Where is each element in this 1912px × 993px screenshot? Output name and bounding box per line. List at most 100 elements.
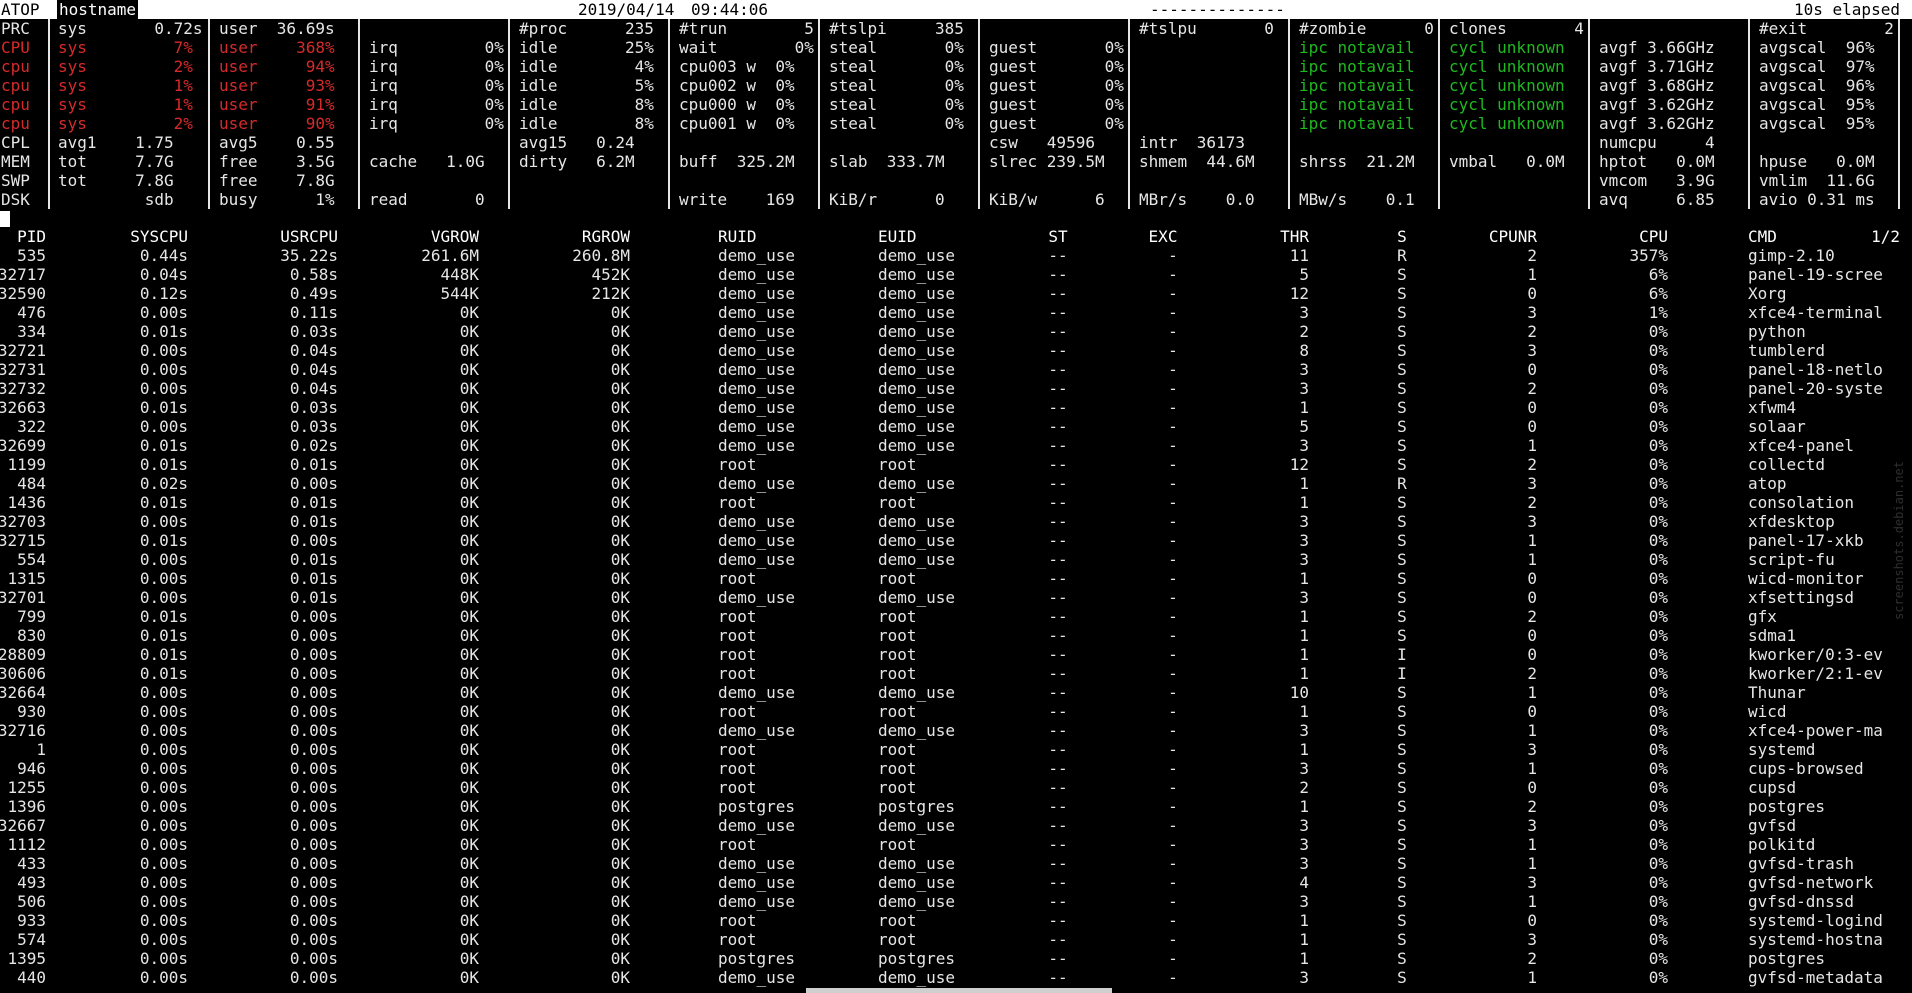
cell-cmd: postgres	[1748, 797, 1826, 816]
column-separator	[1438, 95, 1440, 114]
table-row[interactable]: 830 0.01s 0.00s 0K 0K root root -- -1 S 0 0% sdma1	[0, 626, 1912, 645]
column-header-vgrow[interactable]: VGROW	[431, 227, 479, 246]
cell-cmd: panel-19-scree	[1748, 265, 1883, 284]
column-separator	[818, 38, 820, 57]
cell-vgrow: 0K	[459, 835, 479, 854]
stat-label: MEM	[1, 152, 30, 171]
cell-cpunr: 3	[1527, 740, 1537, 759]
column-separator	[1128, 38, 1130, 57]
table-row[interactable]: 32732 0.00s 0.04s 0K 0K demo_use demo_use -- -3 S…	[0, 379, 1912, 398]
table-row[interactable]: 506 0.00s 0.00s 0K 0K demo_use demo_use -- -3 S 1 0…	[0, 892, 1912, 911]
table-row[interactable]: 32703 0.00s 0.01s 0K 0K demo_use demo_use -- -3 S…	[0, 512, 1912, 531]
column-separator	[508, 76, 510, 95]
table-row[interactable]: 799 0.01s 0.00s 0K 0K root root -- -1 S 2 0% gfx	[0, 607, 1912, 626]
cell-s: S	[1397, 341, 1407, 360]
cell-s: I	[1397, 664, 1407, 683]
cell-exc: -	[1168, 531, 1178, 550]
table-row[interactable]: 476 0.00s 0.11s 0K 0K demo_use demo_use -- -3 S 3 1…	[0, 303, 1912, 322]
stat-cell: avg1 1.75	[58, 133, 174, 152]
stat-label: PRC	[1, 19, 30, 38]
table-row[interactable]: 535 0.44s 35.22s 261.6M 260.8M demo_use demo_u…	[0, 246, 1912, 265]
column-separator	[1748, 95, 1750, 114]
column-header-rgrow[interactable]: RGROW	[582, 227, 630, 246]
cell-syscpu: 0.00s	[139, 949, 188, 968]
cell-euid: demo_use	[878, 550, 956, 569]
table-row[interactable]: 32590 0.12s 0.49s 544K 212K demo_use demo_use -…	[0, 284, 1912, 303]
cell-euid: demo_use	[878, 816, 956, 835]
table-row[interactable]: 1199 0.01s 0.01s 0K 0K root root -- -12 S 2 0% colle…	[0, 455, 1912, 474]
cell-s: S	[1397, 379, 1407, 398]
column-header-syscpu[interactable]: SYSCPU	[130, 227, 188, 246]
table-row[interactable]: 554 0.00s 0.01s 0K 0K demo_use demo_use -- -3 S 1 0…	[0, 550, 1912, 569]
column-header-ruid[interactable]: RUID	[718, 227, 757, 246]
cell-cpu: 0%	[1648, 645, 1668, 664]
table-row[interactable]: 1 0.00s 0.00s 0K 0K root root -- -1 S 3 0% systemd	[0, 740, 1912, 759]
column-header-st[interactable]: ST	[1048, 227, 1067, 246]
cell-rgrow: 0K	[610, 968, 630, 987]
table-row[interactable]: 334 0.01s 0.03s 0K 0K demo_use demo_use -- -2 S 2 0…	[0, 322, 1912, 341]
table-row[interactable]: 946 0.00s 0.00s 0K 0K root root -- -3 S 1 0% cups-br…	[0, 759, 1912, 778]
column-header-s[interactable]: S	[1397, 227, 1407, 246]
cell-cmd: panel-20-syste	[1748, 379, 1883, 398]
table-row[interactable]: 574 0.00s 0.00s 0K 0K root root -- -1 S 3 0% systemd…	[0, 930, 1912, 949]
table-row[interactable]: 484 0.02s 0.00s 0K 0K demo_use demo_use -- -1 R 3 0…	[0, 474, 1912, 493]
table-row[interactable]: 32664 0.00s 0.00s 0K 0K demo_use demo_use -- -10…	[0, 683, 1912, 702]
table-row[interactable]: 1395 0.00s 0.00s 0K 0K postgres postgres -- -1 S 2…	[0, 949, 1912, 968]
table-row[interactable]: 1112 0.00s 0.00s 0K 0K root root -- -3 S 1 0% polkit…	[0, 835, 1912, 854]
cell-cpunr: 3	[1527, 341, 1537, 360]
cell-ruid: demo_use	[718, 816, 796, 835]
stat-cell: cpu003 w 0%	[679, 57, 795, 76]
table-row[interactable]: 32699 0.01s 0.02s 0K 0K demo_use demo_use -- -3 S…	[0, 436, 1912, 455]
cell-st: --	[1048, 626, 1068, 645]
cell-vgrow: 0K	[459, 702, 479, 721]
cell-ruid: demo_use	[718, 683, 796, 702]
column-header-euid[interactable]: EUID	[878, 227, 917, 246]
cell-syscpu: 0.00s	[139, 778, 188, 797]
column-header-cmd[interactable]: CMD	[1748, 227, 1777, 246]
cell-cpunr: 0	[1527, 702, 1537, 721]
stat-cell: avgscal 95%	[1759, 95, 1875, 114]
table-row[interactable]: 32721 0.00s 0.04s 0K 0K demo_use demo_use -- -8 S…	[0, 341, 1912, 360]
column-header-pid[interactable]: PID	[17, 227, 46, 246]
column-separator	[1588, 57, 1590, 76]
table-row[interactable]: 32717 0.04s 0.58s 448K 452K demo_use demo_use -…	[0, 265, 1912, 284]
table-row[interactable]: 1396 0.00s 0.00s 0K 0K postgres postgres -- -1 S 2…	[0, 797, 1912, 816]
table-row[interactable]: 32731 0.00s 0.04s 0K 0K demo_use demo_use -- -3 S…	[0, 360, 1912, 379]
cell-pid: 1315	[7, 569, 46, 588]
column-separator	[1128, 114, 1130, 133]
cell-cpunr: 0	[1527, 626, 1537, 645]
table-row[interactable]: 28809 0.01s 0.00s 0K 0K root root -- -1 I 0 0% kwork…	[0, 645, 1912, 664]
table-row[interactable]: 32715 0.01s 0.00s 0K 0K demo_use demo_use -- -3 S…	[0, 531, 1912, 550]
table-row[interactable]: 433 0.00s 0.00s 0K 0K demo_use demo_use -- -3 S 1 0…	[0, 854, 1912, 873]
table-row[interactable]: 930 0.00s 0.00s 0K 0K root root -- -1 S 0 0% wicd	[0, 702, 1912, 721]
table-row[interactable]: 440 0.00s 0.00s 0K 0K demo_use demo_use -- -3 S 1 0…	[0, 968, 1912, 987]
cell-thr: 5	[1299, 265, 1309, 284]
column-separator	[1748, 57, 1750, 76]
cell-cpunr: 3	[1527, 474, 1537, 493]
table-row[interactable]: 1255 0.00s 0.00s 0K 0K root root -- -2 S 0 0% cupsd	[0, 778, 1912, 797]
column-header-cpu[interactable]: CPU	[1639, 227, 1668, 246]
column-separator	[978, 38, 980, 57]
scrollbar[interactable]	[806, 988, 1112, 993]
column-separator	[668, 171, 670, 190]
table-row[interactable]: 30606 0.01s 0.00s 0K 0K root root -- -1 I 2 0% kwork…	[0, 664, 1912, 683]
cell-exc: -	[1168, 740, 1178, 759]
table-row[interactable]: 1315 0.00s 0.01s 0K 0K root root -- -1 S 0 0% wicd-m…	[0, 569, 1912, 588]
table-row[interactable]: 32667 0.00s 0.00s 0K 0K demo_use demo_use -- -3 S…	[0, 816, 1912, 835]
cell-syscpu: 0.01s	[139, 607, 188, 626]
cell-ruid: demo_use	[718, 246, 796, 265]
cell-usrcpu: 0.00s	[289, 797, 338, 816]
column-header-exc[interactable]: EXC	[1149, 227, 1178, 246]
table-row[interactable]: 322 0.00s 0.03s 0K 0K demo_use demo_use -- -5 S 0 0…	[0, 417, 1912, 436]
column-header-usrcpu[interactable]: USRCPU	[280, 227, 338, 246]
column-header-thr[interactable]: THR	[1280, 227, 1309, 246]
table-row[interactable]: 1436 0.01s 0.01s 0K 0K root root -- -1 S 2 0% consol…	[0, 493, 1912, 512]
cell-thr: 3	[1299, 588, 1309, 607]
table-row[interactable]: 32716 0.00s 0.00s 0K 0K demo_use demo_use -- -3 S…	[0, 721, 1912, 740]
table-row[interactable]: 493 0.00s 0.00s 0K 0K demo_use demo_use -- -4 S 3 0…	[0, 873, 1912, 892]
table-row[interactable]: 32663 0.01s 0.03s 0K 0K demo_use demo_use -- -1 S…	[0, 398, 1912, 417]
table-row[interactable]: 32701 0.00s 0.01s 0K 0K demo_use demo_use -- -3 S…	[0, 588, 1912, 607]
table-row[interactable]: 933 0.00s 0.00s 0K 0K root root -- -1 S 0 0% systemd…	[0, 911, 1912, 930]
column-header-cpunr[interactable]: CPUNR	[1489, 227, 1537, 246]
cell-pid: 32716	[0, 721, 46, 740]
